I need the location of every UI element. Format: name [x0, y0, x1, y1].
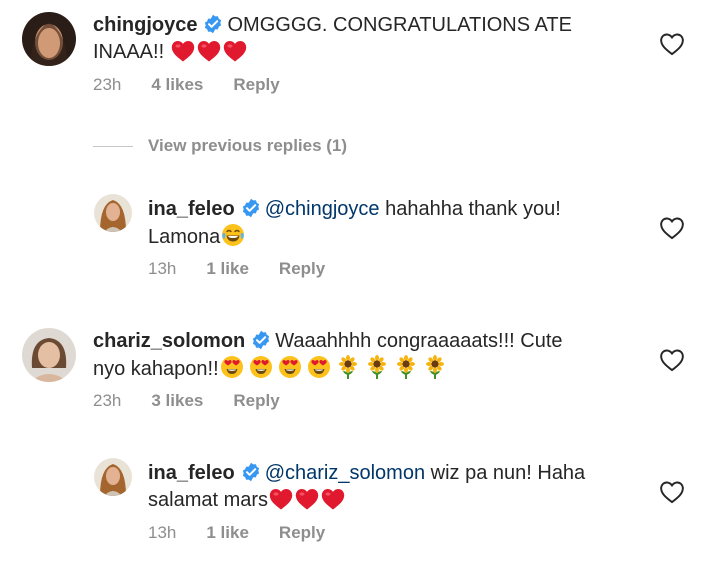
sunflower-emoji-icon — [365, 355, 389, 379]
likes-count[interactable]: 4 likes — [151, 75, 203, 94]
like-heart-icon[interactable] — [659, 480, 685, 504]
verified-badge-icon — [241, 198, 261, 218]
red-heart-emoji-icon — [321, 488, 345, 510]
comment-meta: 13h 1 like Reply — [148, 259, 355, 279]
comment-body-line2: INAAA!! — [93, 41, 165, 63]
heart-eyes-emoji-icon — [220, 355, 244, 379]
avatar[interactable] — [22, 12, 76, 66]
comment-text: ina_feleo @chingjoyce hahahha thank you! … — [148, 196, 648, 251]
heart-eyes-emoji-icon — [278, 355, 302, 379]
sunflower-emoji-icon — [423, 355, 447, 379]
reply-button[interactable]: Reply — [233, 391, 279, 410]
verified-badge-icon — [241, 462, 261, 482]
comment-meta: 23h 3 likes Reply — [93, 391, 310, 411]
reply-button[interactable]: Reply — [233, 75, 279, 94]
reply-button[interactable]: Reply — [279, 259, 325, 278]
comment-body-line2: nyo kahapon!! — [93, 358, 219, 380]
comment-text: chariz_solomon Waaahhhh congraaaaats!!! C… — [93, 328, 653, 383]
verified-badge-icon — [251, 330, 271, 350]
comment-body-line2: salamat mars — [148, 489, 269, 511]
like-heart-icon[interactable] — [659, 216, 685, 240]
comment-body: Waaahhhh congraaaaats!!! Cute — [275, 330, 563, 352]
timestamp: 23h — [93, 391, 122, 410]
reply-button[interactable]: Reply — [279, 523, 325, 542]
mention-link[interactable]: @chariz_solomon — [265, 462, 425, 484]
avatar[interactable] — [94, 458, 132, 496]
comment-body: hahahha thank you! — [385, 198, 561, 220]
tears-of-joy-emoji-icon — [221, 223, 245, 247]
username[interactable]: ina_feleo — [148, 198, 235, 220]
comment-body-line2: Lamona — [148, 226, 221, 248]
verified-badge-icon — [203, 14, 223, 34]
comment-text: chingjoyce OMGGGG. CONGRATULATIONS ATE IN… — [93, 12, 653, 66]
likes-count[interactable]: 1 like — [206, 259, 249, 278]
like-heart-icon[interactable] — [659, 348, 685, 372]
comment-text: ina_feleo @chariz_solomon wiz pa nun! Hah… — [148, 460, 648, 514]
divider — [93, 145, 133, 147]
sunflower-emoji-icon — [336, 355, 360, 379]
avatar[interactable] — [94, 194, 132, 232]
red-heart-emoji-icon — [223, 40, 247, 62]
mention-link[interactable]: @chingjoyce — [265, 198, 380, 220]
like-heart-icon[interactable] — [659, 32, 685, 56]
username[interactable]: chingjoyce — [93, 14, 197, 36]
red-heart-emoji-icon — [171, 40, 195, 62]
comment-body: wiz pa nun! Haha — [430, 462, 586, 484]
comment-meta: 23h 4 likes Reply — [93, 75, 310, 95]
avatar[interactable] — [22, 328, 76, 382]
heart-eyes-emoji-icon — [249, 355, 273, 379]
username[interactable]: ina_feleo — [148, 462, 235, 484]
view-previous-replies[interactable]: View previous replies (1) — [93, 135, 347, 157]
red-heart-emoji-icon — [197, 40, 221, 62]
comment-body: OMGGGG. CONGRATULATIONS ATE — [227, 14, 572, 36]
likes-count[interactable]: 1 like — [206, 523, 249, 542]
username[interactable]: chariz_solomon — [93, 330, 245, 352]
timestamp: 13h — [148, 259, 177, 278]
timestamp: 23h — [93, 75, 122, 94]
red-heart-emoji-icon — [269, 488, 293, 510]
view-previous-label[interactable]: View previous replies (1) — [148, 136, 347, 156]
likes-count[interactable]: 3 likes — [151, 391, 203, 410]
sunflower-emoji-icon — [394, 355, 418, 379]
red-heart-emoji-icon — [295, 488, 319, 510]
heart-eyes-emoji-icon — [307, 355, 331, 379]
timestamp: 13h — [148, 523, 177, 542]
comment-meta: 13h 1 like Reply — [148, 523, 355, 543]
